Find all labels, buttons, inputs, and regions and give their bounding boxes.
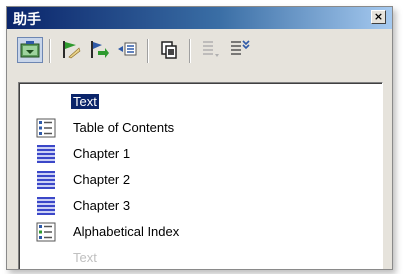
table-of-contents-icon: [36, 118, 56, 138]
demote-button[interactable]: [115, 37, 141, 63]
content-view-icon: [20, 41, 40, 58]
window-title: 助手: [13, 12, 41, 28]
chapter-icon: [37, 197, 55, 215]
close-button[interactable]: ×: [371, 10, 386, 24]
toolbar: [7, 33, 392, 69]
list-item-label: Table of Contents: [73, 120, 175, 135]
drag-mode-icon: [91, 41, 109, 58]
heading-levels-icon: [203, 41, 219, 57]
list-item[interactable]: Text: [19, 89, 382, 115]
list-item-label: Text: [71, 94, 99, 109]
copy-icon: [161, 41, 177, 59]
list-item-label: Text: [73, 250, 97, 265]
navigator-window: 助手 × Text Table of Contents Chapter 1 Ch…: [6, 6, 393, 270]
chapter-icon: [37, 145, 55, 163]
chapter-icon: [37, 171, 55, 189]
navigator-list[interactable]: Text Table of Contents Chapter 1 Chapter…: [18, 82, 383, 269]
list-item-label: Chapter 1: [73, 146, 131, 161]
toolbar-separator: [147, 39, 149, 63]
list-item-label: Chapter 2: [73, 172, 131, 187]
copy-button[interactable]: [157, 37, 183, 63]
list-item-label: Chapter 3: [73, 198, 131, 213]
toolbar-separator: [49, 39, 51, 63]
list-item[interactable]: Chapter 3: [19, 193, 382, 219]
list-box-icon: [231, 40, 250, 55]
list-item-label: Alphabetical Index: [73, 224, 180, 239]
promote-button[interactable]: [59, 37, 85, 63]
list-item[interactable]: Alphabetical Index: [19, 219, 382, 245]
list-item[interactable]: Chapter 1: [19, 141, 382, 167]
list-item[interactable]: Table of Contents: [19, 115, 382, 141]
alphabetical-index-icon: [36, 222, 56, 242]
title-bar[interactable]: 助手 ×: [7, 7, 392, 29]
list-item[interactable]: Text: [19, 245, 382, 269]
list-item[interactable]: Chapter 2: [19, 167, 382, 193]
toolbar-separator: [189, 39, 191, 63]
list-box-button[interactable]: [227, 37, 253, 63]
promote-icon: [63, 41, 81, 59]
drag-mode-button[interactable]: [87, 37, 113, 63]
demote-icon: [118, 42, 137, 56]
content-view-button[interactable]: [17, 37, 43, 63]
heading-levels-button[interactable]: [199, 37, 225, 63]
